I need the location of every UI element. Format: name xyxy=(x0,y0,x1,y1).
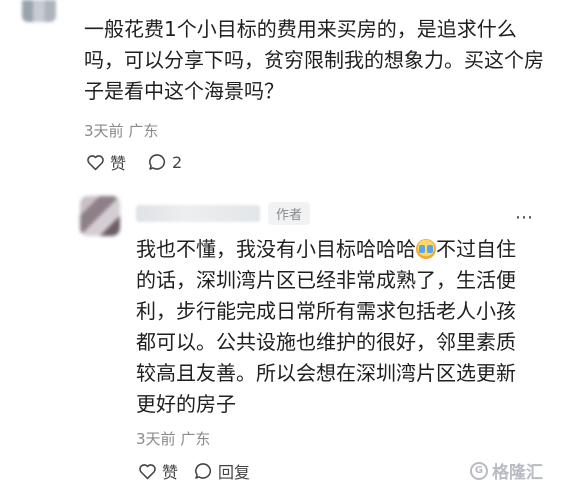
like-label: 赞 xyxy=(110,154,127,173)
comment-actions: 赞 2 xyxy=(86,150,182,174)
reply-text-part2: 不过自住的话，深圳湾片区已经非常成熟了，生活便利，步行能完成日常所有需求包括老人… xyxy=(136,237,516,416)
comment-time: 3天前 xyxy=(84,122,124,140)
reply-location: 广东 xyxy=(180,430,211,448)
crying-laughing-emoji-icon xyxy=(416,239,436,259)
commenter-avatar[interactable] xyxy=(22,0,56,22)
comment-text: 一般花费1个小目标的费用来买房的，是追求什么吗，可以分享下吗，贫穷限制我的想象力… xyxy=(84,17,544,103)
comment-location: 广东 xyxy=(128,122,159,140)
reply-time: 3天前 xyxy=(136,430,176,448)
reply-like-label: 赞 xyxy=(162,463,179,482)
watermark: G 格隆汇 xyxy=(470,458,543,483)
chat-bubble-icon xyxy=(195,463,212,479)
like-button[interactable]: 赞 xyxy=(86,150,126,174)
heart-icon xyxy=(87,154,104,170)
reply-text-part1: 我也不懂，我没有小目标哈哈哈 xyxy=(136,237,416,261)
reply-button[interactable]: 回复 xyxy=(194,459,250,483)
reply-author-name[interactable] xyxy=(136,205,260,222)
watermark-logo-icon: G xyxy=(470,461,488,480)
reply-count: 2 xyxy=(172,152,183,172)
reply-meta: 3天前 广东 xyxy=(136,428,210,449)
watermark-text: 格隆汇 xyxy=(492,463,543,483)
reply-author-avatar[interactable] xyxy=(80,196,120,236)
reply-button-label: 回复 xyxy=(218,463,251,482)
reply-actions: 赞 回复 xyxy=(138,459,250,483)
comment-meta: 3天前 广东 xyxy=(84,120,158,141)
more-icon[interactable]: ⋯ xyxy=(515,207,534,228)
reply-text: 我也不懂，我没有小目标哈哈哈 不过自住的话，深圳湾片区已经非常成熟了，生活便利，步… xyxy=(136,234,526,420)
author-badge: 作者 xyxy=(268,202,311,225)
reply-like-button[interactable]: 赞 xyxy=(138,459,178,483)
heart-icon xyxy=(139,463,156,479)
reply-count-button[interactable]: 2 xyxy=(148,153,182,172)
chat-bubble-icon xyxy=(149,154,166,170)
